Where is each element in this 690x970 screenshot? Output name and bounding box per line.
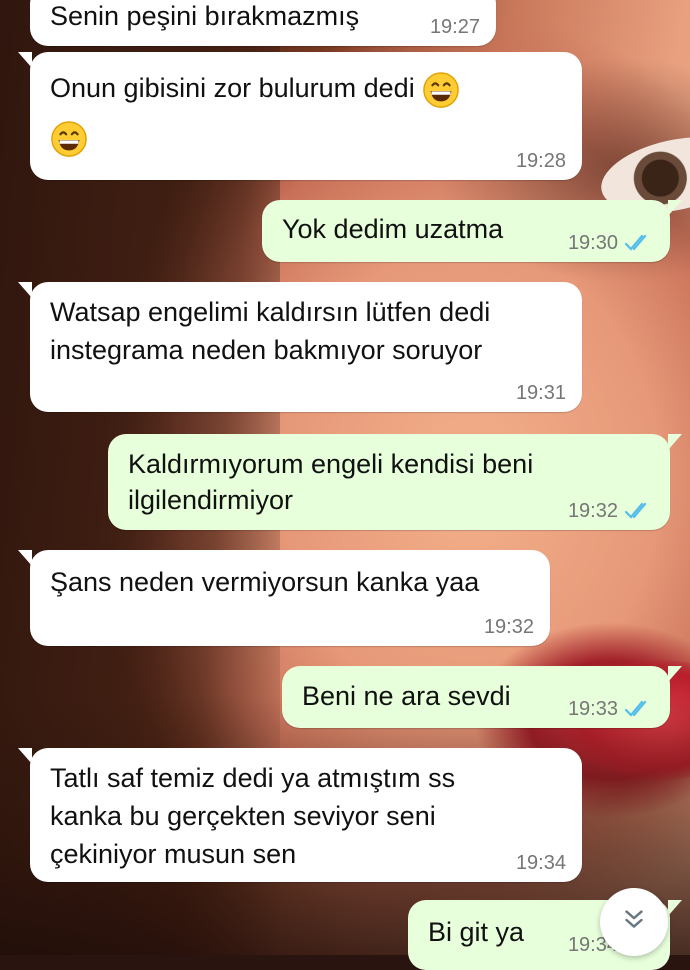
message-bubble-incoming[interactable]: Onun gibisini zor bulurum dedi 19:28	[18, 52, 582, 180]
message-text: Şans neden vermiyorsun kanka yaa	[50, 567, 480, 597]
scroll-to-bottom-button[interactable]	[600, 888, 668, 956]
message-text: Senin peşini bırakmazmış	[50, 1, 360, 31]
message-bubble-incoming[interactable]: Tatlı saf temiz dedi ya atmıştım ss kank…	[18, 748, 582, 882]
message-text-line: Tatlı saf temiz dedi ya atmıştım ss	[50, 763, 456, 793]
message-time: 19:34	[515, 852, 566, 874]
message-time: 19:30	[567, 232, 618, 254]
message-bubble-incoming[interactable]: Senin peşini bırakmazmış 19:27	[30, 0, 496, 46]
message-text-line: instegrama neden bakmıyor soruyor	[50, 335, 483, 365]
message-text: Onun gibisini zor bulurum dedi	[50, 70, 460, 109]
message-bubble-outgoing[interactable]: Yok dedim uzatma 19:30	[262, 200, 682, 262]
double-check-read-icon	[624, 502, 654, 520]
message-bubble-outgoing[interactable]: Kaldırmıyorum engeli kendisi beni ilgile…	[108, 434, 682, 530]
message-text-line: Watsap engelimi kaldırsın lütfen dedi	[50, 297, 491, 327]
message-text-line: çekiniyor musun sen	[50, 839, 297, 869]
message-bubble-incoming[interactable]: Watsap engelimi kaldırsın lütfen dedi in…	[18, 282, 582, 412]
message-bubble-incoming[interactable]: Şans neden vermiyorsun kanka yaa 19:32	[18, 550, 550, 646]
message-meta: 19:30	[568, 232, 654, 254]
message-text: Yok dedim uzatma	[282, 214, 504, 244]
message-text: Bi git ya	[428, 917, 525, 947]
message-text: Beni ne ara sevdi	[302, 681, 511, 711]
grinning-face-emoji-icon	[50, 120, 88, 158]
grinning-face-emoji-icon	[422, 71, 460, 109]
message-bubble-outgoing[interactable]: Beni ne ara sevdi 19:33	[282, 666, 682, 728]
message-time: 19:28	[515, 150, 566, 172]
message-text-line: ilgilendirmiyor	[128, 485, 294, 515]
message-time: 19:31	[515, 382, 566, 404]
double-chevron-down-icon	[620, 906, 648, 939]
message-time: 19:33	[567, 698, 618, 720]
message-meta: 19:33	[568, 698, 654, 720]
message-time: 19:32	[567, 500, 618, 522]
message-meta: 19:32	[568, 500, 654, 522]
message-time: 19:32	[483, 616, 534, 638]
message-text-line: Kaldırmıyorum engeli kendisi beni	[128, 449, 534, 479]
double-check-read-icon	[624, 234, 654, 252]
message-text-line: kanka bu gerçekten seviyor seni	[50, 801, 436, 831]
message-time: 19:27	[429, 16, 480, 38]
double-check-read-icon	[624, 700, 654, 718]
